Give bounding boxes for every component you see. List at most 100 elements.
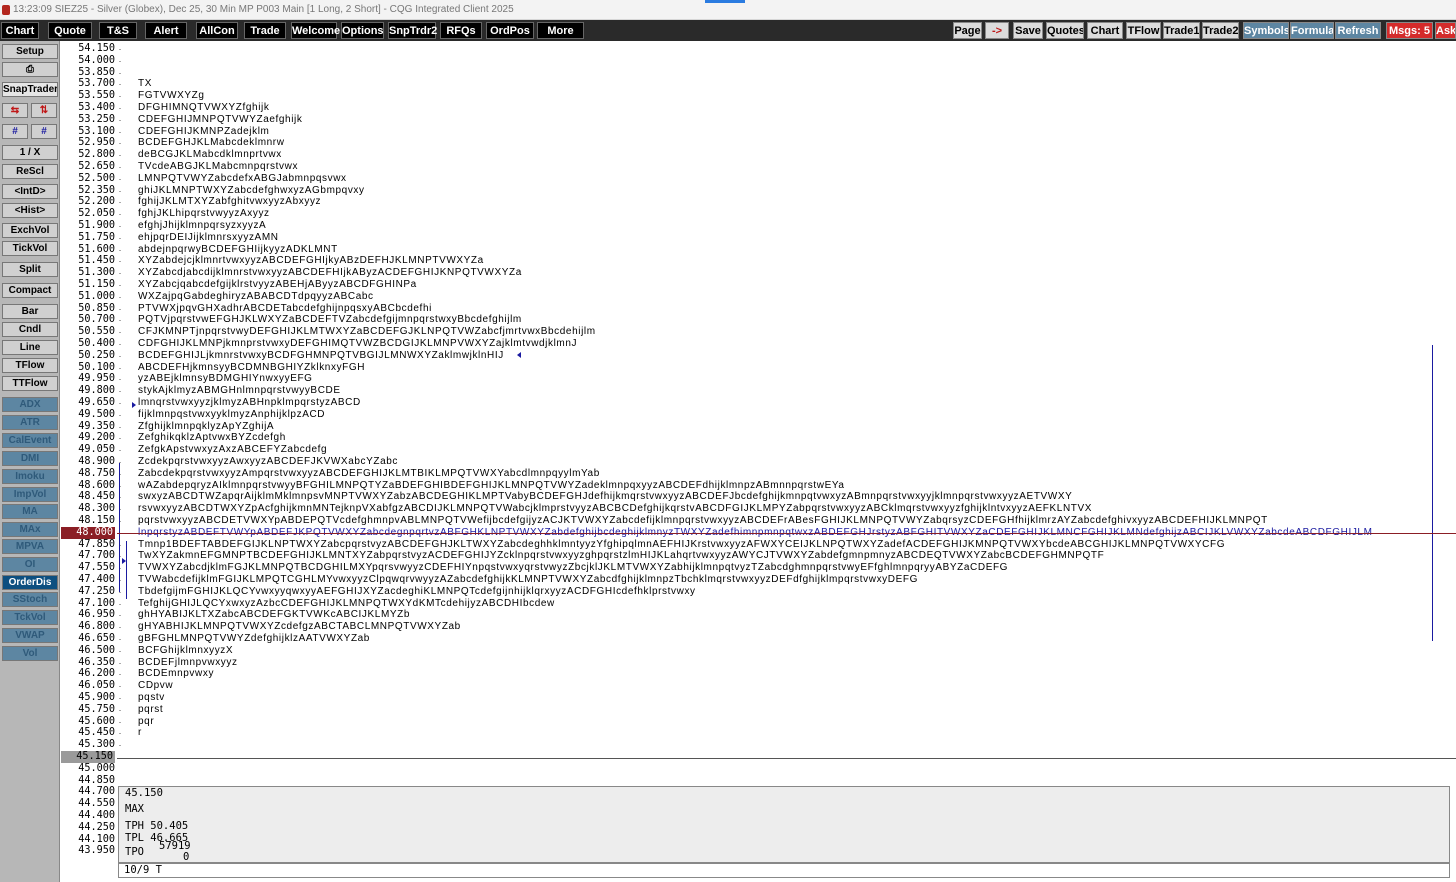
tflow-button[interactable]: TFlow bbox=[1126, 22, 1161, 39]
chart-button[interactable]: Chart bbox=[1087, 22, 1123, 39]
price-label: 46.800 bbox=[78, 621, 115, 633]
tpo-chart-area[interactable]: 54.150 54.000 53.850 53.700 53.550 53.400 53.2… bbox=[61, 41, 1456, 882]
link-arrow-button[interactable]: -> bbox=[985, 22, 1009, 39]
tpo-row: LMNPQTVWYZabcdefxABGJabmnpqsvwx bbox=[138, 172, 347, 184]
tflow-study-button[interactable]: TFlow bbox=[2, 358, 58, 373]
intraday-button[interactable]: <IntD> bbox=[2, 184, 58, 199]
grid-icon: # bbox=[41, 126, 47, 137]
compact-button[interactable]: Compact bbox=[2, 283, 58, 298]
price-label: 45.600 bbox=[78, 715, 115, 727]
tpo-row: pqrstvwxyyzABCDETVWXYpABDEPQTVcdefghmnpv… bbox=[138, 515, 1268, 526]
price-label: 50.700 bbox=[78, 314, 115, 326]
grid-button-b[interactable]: # bbox=[31, 124, 57, 139]
axis-tick bbox=[119, 60, 121, 62]
trade1-button[interactable]: Trade1 bbox=[1163, 22, 1200, 39]
tpo-row: TVWXYZabcdjklmFGJKLMNPQTBCDGHILMXYpqrsvw… bbox=[138, 562, 1009, 574]
ttflow-study-button[interactable]: TTFlow bbox=[2, 376, 58, 391]
reciprocal-button[interactable]: 1 / X bbox=[2, 145, 58, 160]
study-orderdis[interactable]: OrderDis bbox=[2, 575, 58, 590]
study-calevent[interactable]: CalEvent bbox=[2, 433, 58, 448]
open-marker bbox=[122, 558, 126, 564]
price-label: 52.050 bbox=[78, 208, 115, 220]
axis-tick bbox=[119, 285, 121, 286]
grid-button-a[interactable]: # bbox=[2, 124, 28, 139]
split-button[interactable]: Split bbox=[2, 262, 58, 277]
price-label: 54.150 bbox=[78, 43, 115, 54]
tpo-row: ZefghikqklzAptvwxBYZcdefgh bbox=[138, 432, 286, 444]
refresh-button[interactable]: Refresh bbox=[1335, 22, 1381, 39]
menu-more[interactable]: More bbox=[537, 22, 584, 39]
axis-tick bbox=[119, 627, 121, 629]
price-label: 49.500 bbox=[78, 408, 115, 420]
study-tckvol[interactable]: TckVol bbox=[2, 610, 58, 625]
study-impvol[interactable]: ImpVol bbox=[2, 487, 58, 502]
axis-tick bbox=[119, 178, 121, 180]
study-ma[interactable]: MA bbox=[2, 504, 58, 519]
formula-button[interactable]: Formula bbox=[1290, 22, 1334, 39]
exchvol-button[interactable]: ExchVol bbox=[2, 223, 58, 238]
axis-tick bbox=[119, 202, 121, 204]
trade2-button[interactable]: Trade2 bbox=[1202, 22, 1239, 39]
zoom-mode-button[interactable]: ⇅ bbox=[31, 103, 57, 118]
left-toolbar: Setup ⎙ SnapTrader ⇆ ⇅ # # 1 / X ReScl <… bbox=[0, 41, 60, 882]
snaptrader-button[interactable]: SnapTrader bbox=[2, 82, 58, 97]
rescale-button[interactable]: ReScl bbox=[2, 164, 58, 179]
menu-snptrdr2[interactable]: SnpTrdr2 bbox=[388, 22, 437, 39]
price-label: 48.300 bbox=[78, 503, 115, 515]
menu-alert[interactable]: Alert bbox=[145, 22, 187, 39]
page-button[interactable]: Page bbox=[953, 22, 982, 39]
study-oi[interactable]: OI bbox=[2, 557, 58, 572]
menu-options[interactable]: Options bbox=[341, 22, 384, 39]
history-button[interactable]: <Hist> bbox=[2, 203, 58, 218]
menu-rfqs[interactable]: RFQs bbox=[440, 22, 482, 39]
study-max[interactable]: MAx bbox=[2, 522, 58, 537]
axis-tick bbox=[119, 332, 121, 334]
axis-tick bbox=[119, 131, 121, 133]
price-label: 48.900 bbox=[78, 456, 115, 467]
price-label: 50.400 bbox=[78, 338, 115, 349]
tickvol-button[interactable]: TickVol bbox=[2, 241, 58, 256]
menu-allcon[interactable]: AllCon bbox=[196, 22, 238, 39]
price-label: 45.900 bbox=[78, 692, 115, 703]
menu-quote[interactable]: Quote bbox=[48, 22, 92, 39]
menu-welcome[interactable]: Welcome bbox=[291, 22, 340, 39]
cursor-mode-button[interactable]: ⇆ bbox=[2, 103, 28, 118]
axis-tick bbox=[119, 438, 121, 440]
axis-tick-dots bbox=[119, 41, 123, 747]
bar-chart-button[interactable]: Bar bbox=[2, 304, 58, 319]
study-vol[interactable]: Vol bbox=[2, 646, 58, 661]
menu-chart[interactable]: Chart bbox=[1, 22, 39, 39]
print-button[interactable]: ⎙ bbox=[2, 62, 58, 77]
line-chart-button[interactable]: Line bbox=[2, 340, 58, 355]
price-label: 51.000 bbox=[78, 290, 115, 302]
setup-button[interactable]: Setup bbox=[2, 44, 58, 59]
study-atr[interactable]: ATR bbox=[2, 415, 58, 430]
menu-ordpos[interactable]: OrdPos bbox=[486, 22, 534, 39]
tpo-row: TbdefgijmFGHIJKLQCYvwxyyqwxyyAEFGHIJXYZa… bbox=[138, 585, 696, 597]
price-label: 52.350 bbox=[78, 184, 115, 196]
symbols-button[interactable]: Symbols bbox=[1243, 22, 1289, 39]
price-label: 53.550 bbox=[78, 90, 115, 102]
tpo-row: ghiJKLMNPTWXYZabcdefghwxyzAGbmpqvxy bbox=[138, 184, 365, 196]
candle-chart-button[interactable]: Cndl bbox=[2, 322, 58, 337]
tpo-row: pqr bbox=[138, 715, 155, 727]
info-tpo-zero: 0 bbox=[183, 851, 190, 863]
msgs-button[interactable]: Msgs: 5 bbox=[1386, 22, 1433, 39]
save-button[interactable]: Save bbox=[1013, 22, 1043, 39]
study-dmi[interactable]: DMI bbox=[2, 451, 58, 466]
price-label: 50.250 bbox=[78, 349, 115, 361]
axis-tick bbox=[119, 49, 121, 50]
price-label: 51.900 bbox=[78, 220, 115, 231]
study-adx[interactable]: ADX bbox=[2, 397, 58, 412]
price-label: 45.300 bbox=[78, 739, 115, 751]
study-imoku[interactable]: Imoku bbox=[2, 469, 58, 484]
menu-trade[interactable]: Trade bbox=[244, 22, 286, 39]
study-sstoch[interactable]: SStoch bbox=[2, 592, 58, 607]
title-accent-bar bbox=[705, 0, 745, 3]
menu-ts[interactable]: T&S bbox=[99, 22, 137, 39]
quotes-button[interactable]: Quotes bbox=[1046, 22, 1084, 39]
study-mpva[interactable]: MPVA bbox=[2, 539, 58, 554]
ask-button[interactable]: Ask bbox=[1435, 22, 1456, 39]
study-vwap[interactable]: VWAP bbox=[2, 628, 58, 643]
tpo-row: CDEFGHIJKMNPZadejklm bbox=[138, 125, 270, 137]
